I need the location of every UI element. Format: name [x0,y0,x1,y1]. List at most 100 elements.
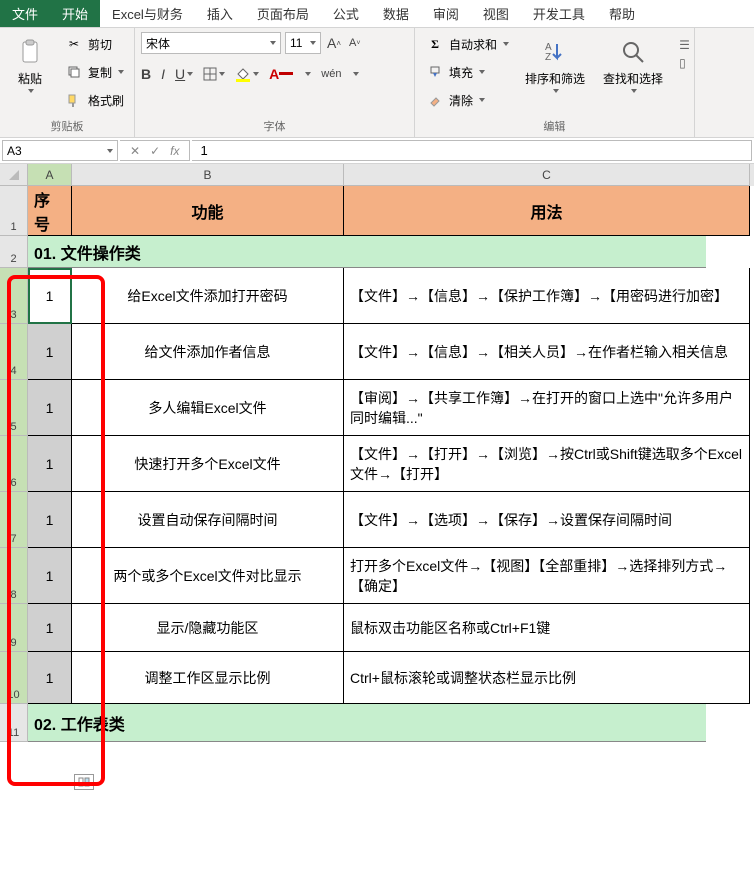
chevron-down-icon [353,72,359,76]
chevron-down-icon [270,41,276,45]
autofill-options-button[interactable] [74,774,94,790]
cell[interactable]: 给Excel文件添加打开密码 [72,268,344,324]
cell[interactable]: 【审阅】→【共享工作簿】→在打开的窗口上选中"允许多用户同时编辑..." [344,380,750,436]
underline-button[interactable]: U [175,66,193,82]
row-header[interactable]: 7 [0,492,28,548]
row-header[interactable]: 1 [0,186,28,236]
col-header-C[interactable]: C [344,164,750,186]
sort-filter-button[interactable]: AZ 排序和筛选 [519,32,591,97]
paintbrush-icon [64,90,84,110]
cell[interactable]: 设置自动保存间隔时间 [72,492,344,548]
format-painter-button[interactable]: 格式刷 [60,88,128,112]
toggle-icon[interactable]: ▯ [679,56,688,70]
row-header[interactable]: 5 [0,380,28,436]
bold-button[interactable]: B [141,66,151,82]
font-name-select[interactable]: 宋体 [141,32,281,54]
table-row: 6 1 快速打开多个Excel文件 【文件】→【打开】→【浏览】→按Ctrl或S… [0,436,754,492]
svg-text:Z: Z [545,52,551,63]
select-all-corner[interactable] [0,164,28,186]
cell[interactable]: 两个或多个Excel文件对比显示 [72,548,344,604]
chevron-down-icon [107,149,113,153]
fill-color-button[interactable] [235,66,259,82]
cell[interactable]: 【文件】→【信息】→【保护工作簿】→【用密码进行加密】 [344,268,750,324]
decrease-font-button[interactable]: A˅ [347,37,362,49]
cell[interactable]: 序号 [28,186,72,236]
cell[interactable]: 给文件添加作者信息 [72,324,344,380]
cell[interactable]: 鼠标双击功能区名称或Ctrl+F1键 [344,604,750,652]
cancel-formula-icon[interactable]: ✕ [130,144,140,158]
row-header[interactable]: 3 [0,268,28,324]
increase-font-button[interactable]: A˄ [325,35,343,51]
chevron-down-icon [631,89,637,93]
cell[interactable]: 1 [28,380,72,436]
row-header[interactable]: 11 [0,704,28,742]
col-header-B[interactable]: B [72,164,344,186]
clear-button[interactable]: 清除 [421,88,513,112]
table-row: 4 1 给文件添加作者信息 【文件】→【信息】→【相关人员】→在作者栏输入相关信… [0,324,754,380]
cell[interactable]: 1 [28,548,72,604]
cell[interactable]: 功能 [72,186,344,236]
find-select-button[interactable]: 查找和选择 [597,32,669,97]
name-box[interactable]: A3 [2,140,118,161]
italic-button[interactable]: I [161,66,165,82]
fill-button[interactable]: 填充 [421,60,513,84]
cell[interactable]: 1 [28,652,72,704]
cell[interactable]: 显示/隐藏功能区 [72,604,344,652]
accept-formula-icon[interactable]: ✓ [150,144,160,158]
tab-page-layout[interactable]: 页面布局 [245,0,321,27]
row-header[interactable]: 2 [0,236,28,268]
row-header[interactable]: 8 [0,548,28,604]
cell[interactable]: 1 [28,324,72,380]
chevron-down-icon [118,70,124,74]
row-header[interactable]: 9 [0,604,28,652]
fill-down-icon [425,62,445,82]
fx-icon[interactable]: fx [170,144,179,158]
tab-formulas[interactable]: 公式 [321,0,371,27]
cell[interactable]: 1 [28,436,72,492]
phonetic-button[interactable]: wén [321,68,341,80]
more-options-icon[interactable]: ☰ [679,38,688,52]
row-header[interactable]: 6 [0,436,28,492]
copy-button[interactable]: 复制 [60,60,128,84]
formula-input[interactable]: 1 [192,140,752,161]
cell[interactable]: 多人编辑Excel文件 [72,380,344,436]
cell[interactable]: 【文件】→【打开】→【浏览】→按Ctrl或Shift键选取多个Excel文件→【… [344,436,750,492]
table-row: 9 1 显示/隐藏功能区 鼠标双击功能区名称或Ctrl+F1键 [0,604,754,652]
cell[interactable]: Ctrl+鼠标滚轮或调整状态栏显示比例 [344,652,750,704]
tab-excel-finance[interactable]: Excel与财务 [100,0,195,27]
col-header-A[interactable]: A [28,164,72,186]
cell-section-title[interactable]: 01. 文件操作类 [28,236,706,268]
tab-data[interactable]: 数据 [371,0,421,27]
table-row: 10 1 调整工作区显示比例 Ctrl+鼠标滚轮或调整状态栏显示比例 [0,652,754,704]
cell[interactable]: 1 [28,268,72,324]
autosum-button[interactable]: Σ 自动求和 [421,32,513,56]
cell[interactable]: 快速打开多个Excel文件 [72,436,344,492]
formula-bar: A3 ✕ ✓ fx 1 [0,138,754,164]
tab-review[interactable]: 审阅 [421,0,471,27]
tab-file[interactable]: 文件 [0,0,50,27]
borders-button[interactable] [203,67,225,81]
tab-home[interactable]: 开始 [50,0,100,27]
cell[interactable]: 打开多个Excel文件→【视图】【全部重排】→选择排列方式→【确定】 [344,548,750,604]
cell[interactable]: 用法 [344,186,750,236]
tab-help[interactable]: 帮助 [597,0,647,27]
cell[interactable]: 【文件】→【选项】→【保存】→设置保存间隔时间 [344,492,750,548]
cell[interactable]: 调整工作区显示比例 [72,652,344,704]
font-size-select[interactable]: 11 [285,32,321,54]
tab-view[interactable]: 视图 [471,0,521,27]
cut-button[interactable]: ✂ 剪切 [60,32,128,56]
row-header[interactable]: 10 [0,652,28,704]
chevron-down-icon[interactable] [305,72,311,76]
cell-section-title[interactable]: 02. 工作表类 [28,704,706,742]
paste-label: 粘贴 [18,70,42,87]
clipboard-icon [14,36,46,68]
tab-developer[interactable]: 开发工具 [521,0,597,27]
cell[interactable]: 【文件】→【信息】→【相关人员】→在作者栏输入相关信息 [344,324,750,380]
table-row: 2 01. 文件操作类 [0,236,754,268]
cell[interactable]: 1 [28,604,72,652]
cell[interactable]: 1 [28,492,72,548]
font-color-button[interactable]: A [269,66,293,82]
row-header[interactable]: 4 [0,324,28,380]
tab-insert[interactable]: 插入 [195,0,245,27]
paste-button[interactable]: 粘贴 [6,32,54,97]
